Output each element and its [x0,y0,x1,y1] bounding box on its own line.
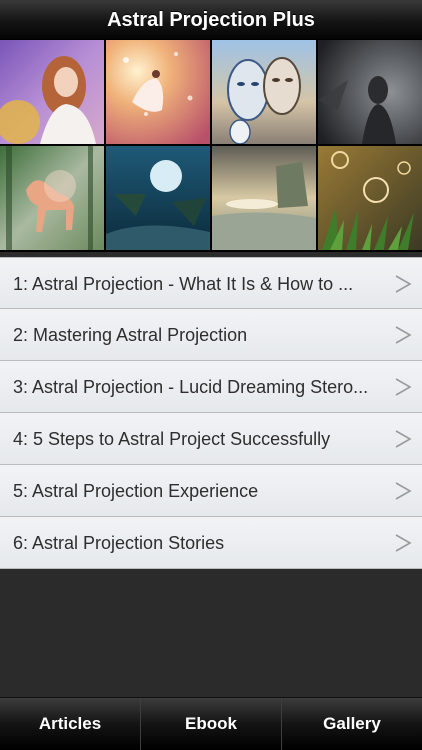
article-row-1[interactable]: 1: Astral Projection - What It Is & How … [0,257,422,309]
woman-in-light-thumbnail[interactable] [106,40,210,144]
chevron-right-icon [395,430,412,448]
dark-figure-thumbnail[interactable] [318,40,422,144]
tab-ebook[interactable]: Ebook [140,698,281,750]
article-row-4[interactable]: 4: 5 Steps to Astral Project Successfull… [0,413,422,465]
article-title: 3: Astral Projection - Lucid Dreaming St… [13,377,369,397]
navigation-bar: Astral Projection Plus [0,0,422,40]
bubbles-in-grass-thumbnail[interactable] [318,146,422,250]
faces-art-thumbnail[interactable] [212,40,316,144]
article-row-5[interactable]: 5: Astral Projection Experience [0,465,422,517]
misty-landscape-thumbnail[interactable] [212,146,316,250]
image-gallery-grid [0,40,422,252]
article-row-3[interactable]: 3: Astral Projection - Lucid Dreaming St… [0,361,422,413]
tab-bar: Articles Ebook Gallery [0,697,422,750]
article-title: 1: Astral Projection - What It Is & How … [13,274,354,294]
article-title: 5: Astral Projection Experience [13,481,259,501]
chevron-right-icon [395,482,412,500]
chevron-right-icon [395,326,412,344]
girl-with-flower-thumbnail[interactable] [0,40,104,144]
floating-islands-thumbnail[interactable] [106,146,210,250]
app-title: Astral Projection Plus [107,9,315,31]
chevron-right-icon [395,275,412,293]
article-list: 1: Astral Projection - What It Is & How … [0,257,422,569]
chevron-right-icon [395,378,412,396]
article-title: 6: Astral Projection Stories [13,533,225,553]
tab-gallery[interactable]: Gallery [281,698,422,750]
spirit-horse-thumbnail[interactable] [0,146,104,250]
chevron-right-icon [395,534,412,552]
article-row-6[interactable]: 6: Astral Projection Stories [0,517,422,569]
tab-articles[interactable]: Articles [0,698,140,750]
article-title: 2: Mastering Astral Projection [13,325,248,345]
article-title: 4: 5 Steps to Astral Project Successfull… [13,429,331,449]
article-row-2[interactable]: 2: Mastering Astral Projection [0,309,422,361]
